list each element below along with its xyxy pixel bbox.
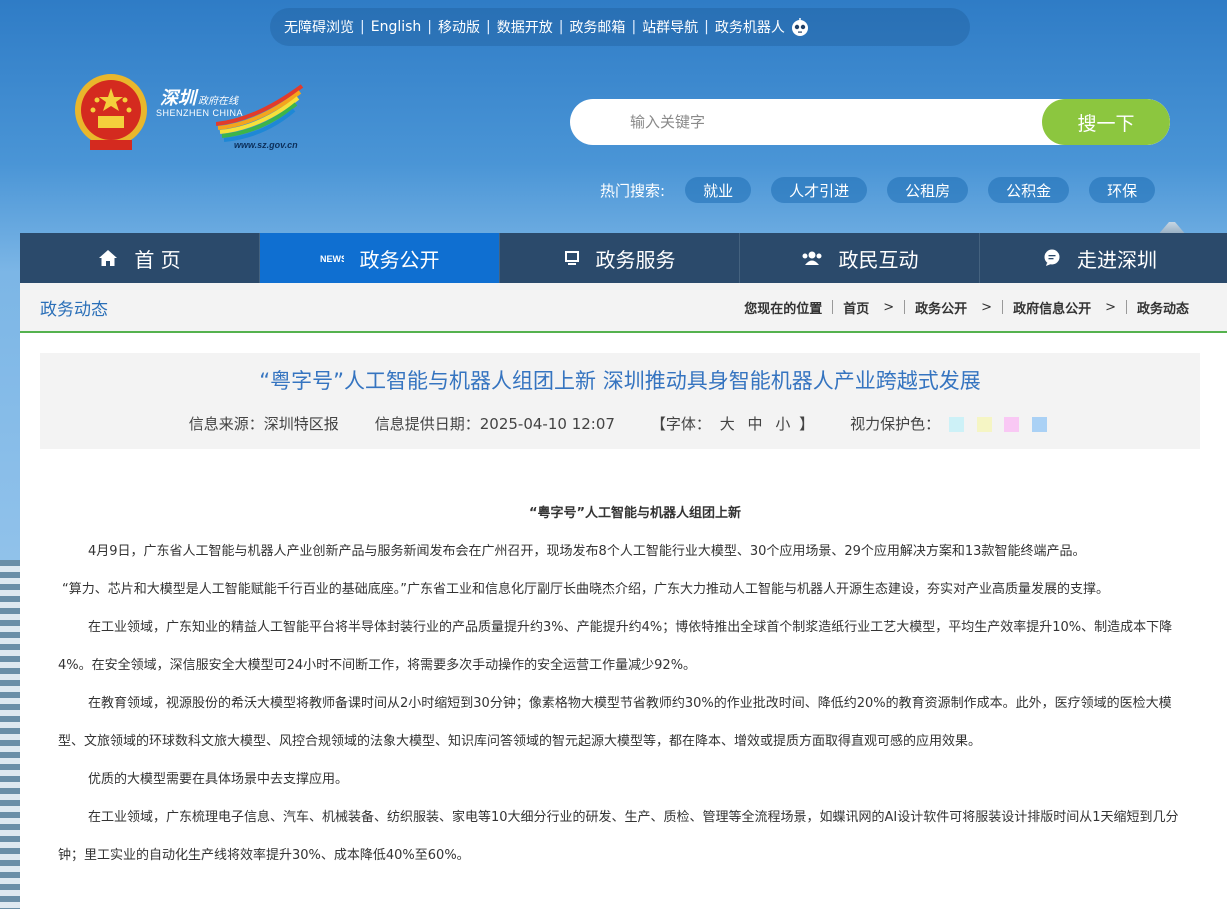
font-size-control: 【字体： 大 中 小 】 <box>651 413 814 434</box>
main-nav: 首 页 NEWS 政务公开 政务服务 政民互动 走进深圳 <box>20 233 1227 283</box>
eye-color-blue-swatch[interactable] <box>1032 417 1048 432</box>
article-paragraph: “算力、芯片和大模型是人工智能赋能千行百业的基础底座。”广东省工业和信息化厅副厅… <box>62 582 1109 597</box>
nav-item-home[interactable]: 首 页 <box>20 233 260 283</box>
news-icon: NEWS <box>320 251 344 265</box>
eye-color-pink-swatch[interactable] <box>1004 417 1020 432</box>
national-emblem-icon <box>75 74 147 150</box>
monitor-icon <box>564 250 580 266</box>
hot-tag-talent[interactable]: 人才引进 <box>771 177 868 203</box>
article-paragraph: 在工业领域，广东梳理电子信息、汽车、机械装备、纺织服装、家电等10大细分行业的研… <box>58 810 1179 863</box>
divider <box>904 300 906 314</box>
separator: | <box>486 19 491 35</box>
site-nav-link[interactable]: 站群导航 <box>642 17 698 37</box>
hot-search-label: 热门搜索: <box>600 181 666 200</box>
logo-en-text: SHENZHEN CHINA <box>156 108 244 118</box>
gov-mail-link[interactable]: 政务邮箱 <box>569 17 625 37</box>
hot-tag-environment[interactable]: 环保 <box>1089 177 1156 203</box>
separator: | <box>631 19 637 35</box>
search-button[interactable]: 搜一下 <box>1042 99 1170 145</box>
search-input[interactable] <box>570 99 1042 145</box>
divider <box>1002 300 1004 314</box>
nav-item-about-shenzhen[interactable]: 走进深圳 <box>980 233 1220 283</box>
chevron-right-icon: > <box>981 299 993 315</box>
breadcrumb-home[interactable]: 首页 <box>843 298 869 317</box>
hot-tag-public-housing[interactable]: 公租房 <box>887 177 969 203</box>
open-data-link[interactable]: 数据开放 <box>497 17 553 37</box>
breadcrumb-bar: 政务动态 您现在的位置 首页 > 政务公开 > 政府信息公开 > 政务动态 <box>20 283 1227 333</box>
breadcrumb-location-label: 您现在的位置 <box>744 301 823 317</box>
separator: | <box>360 19 365 35</box>
english-link[interactable]: English <box>371 19 422 35</box>
article-source: 信息来源：深圳特区报 <box>188 415 339 433</box>
home-icon <box>98 249 118 267</box>
chevron-right-icon: > <box>1105 299 1116 315</box>
site-logo[interactable]: 深圳 政府在线 SHENZHEN CHINA www.sz.gov.cn <box>70 70 310 160</box>
breadcrumb-info-disclosure[interactable]: 政府信息公开 <box>1013 298 1091 317</box>
breadcrumb-gov-news[interactable]: 政务动态 <box>1137 298 1189 317</box>
search-box: 搜一下 <box>570 99 1170 145</box>
eye-color-cyan-swatch[interactable] <box>948 417 964 432</box>
font-size-small-button[interactable]: 小 <box>775 415 790 433</box>
top-utility-bar: 无障碍浏览 | English | 移动版 | 数据开放 | 政务邮箱 | 站群… <box>270 8 970 46</box>
article-date: 信息提供日期：2025-04-10 12:07 <box>374 415 615 433</box>
font-size-label: 【字体： <box>650 415 711 433</box>
logo-url-text: www.sz.gov.cn <box>234 140 298 150</box>
separator: | <box>704 19 709 35</box>
article-paragraph: 在教育领域，视源股份的希沃大模型将教师备课时间从2小时缩短到30分钟；像素格物大… <box>58 696 1172 749</box>
nav-label: 政民互动 <box>838 247 919 272</box>
nav-item-gov-services[interactable]: 政务服务 <box>500 233 740 283</box>
font-size-medium-button[interactable]: 中 <box>748 415 763 433</box>
mobile-link[interactable]: 移动版 <box>438 17 480 37</box>
eye-color-yellow-swatch[interactable] <box>976 417 992 432</box>
gov-robot-link[interactable]: 政务机器人 <box>715 17 785 37</box>
article-paragraph: 在工业领域，广东知业的精益人工智能平台将半导体封装行业的产品质量提升约3%、产能… <box>58 620 1173 673</box>
nav-label: 政务服务 <box>595 247 676 272</box>
separator: | <box>427 19 432 35</box>
divider <box>1125 300 1127 314</box>
breadcrumb-gov-affairs[interactable]: 政务公开 <box>915 298 967 317</box>
article-body: “粤字号”人工智能与机器人组团上新 4月9日，广东省人工智能与机器人产业创新产品… <box>58 495 1182 875</box>
svg-text:NEWS: NEWS <box>320 254 344 264</box>
nav-label: 政务公开 <box>359 247 440 272</box>
article-paragraph: 优质的大模型需要在具体场景中去支撑应用。 <box>88 772 349 787</box>
article-paragraph: 4月9日，广东省人工智能与机器人产业创新产品与服务新闻发布会在广州召开，现场发布… <box>88 544 1086 559</box>
logo-cn-subtext: 政府在线 <box>198 96 238 107</box>
logo-wordmark: 深圳 政府在线 SHENZHEN CHINA www.sz.gov.cn <box>156 82 306 152</box>
separator: | <box>558 19 564 35</box>
robot-icon[interactable] <box>789 16 811 38</box>
eye-protection-label: 视力保护色： <box>850 415 941 433</box>
hot-tag-housing-fund[interactable]: 公积金 <box>988 177 1070 203</box>
article-header: “粤字号”人工智能与机器人组团上新 深圳推动具身智能机器人产业跨越式发展 信息来… <box>40 353 1200 449</box>
hot-search: 热门搜索: 就业 人才引进 公租房 公积金 环保 <box>600 176 1175 204</box>
chevron-right-icon: > <box>883 299 895 315</box>
section-title[interactable]: 政务动态 <box>40 295 108 320</box>
article-subhead: “粤字号”人工智能与机器人组团上新 <box>528 506 742 521</box>
chat-icon <box>1043 249 1061 267</box>
article-title: “粤字号”人工智能与机器人组团上新 深圳推动具身智能机器人产业跨越式发展 <box>259 369 981 393</box>
font-size-label-close: 】 <box>799 415 815 433</box>
nav-label: 首 页 <box>134 247 181 272</box>
nav-label: 走进深圳 <box>1077 247 1157 272</box>
article-meta: 信息来源：深圳特区报 信息提供日期：2025-04-10 12:07 【字体： … <box>40 413 1200 434</box>
users-icon <box>801 250 823 266</box>
logo-cn-text: 深圳 <box>160 88 196 109</box>
hot-tag-employment[interactable]: 就业 <box>685 177 752 203</box>
eye-protection-control: 视力保护色： <box>850 413 1051 434</box>
breadcrumb: 您现在的位置 首页 > 政务公开 > 政府信息公开 > 政务动态 <box>744 298 1189 317</box>
nav-item-gov-affairs[interactable]: NEWS 政务公开 <box>260 233 500 283</box>
background-buildings-left <box>0 560 22 909</box>
nav-item-interaction[interactable]: 政民互动 <box>740 233 980 283</box>
accessibility-link[interactable]: 无障碍浏览 <box>284 17 354 37</box>
content-panel: 政务动态 您现在的位置 首页 > 政务公开 > 政府信息公开 > 政务动态 “粤… <box>20 283 1227 909</box>
font-size-large-button[interactable]: 大 <box>720 415 735 433</box>
divider <box>832 300 834 314</box>
